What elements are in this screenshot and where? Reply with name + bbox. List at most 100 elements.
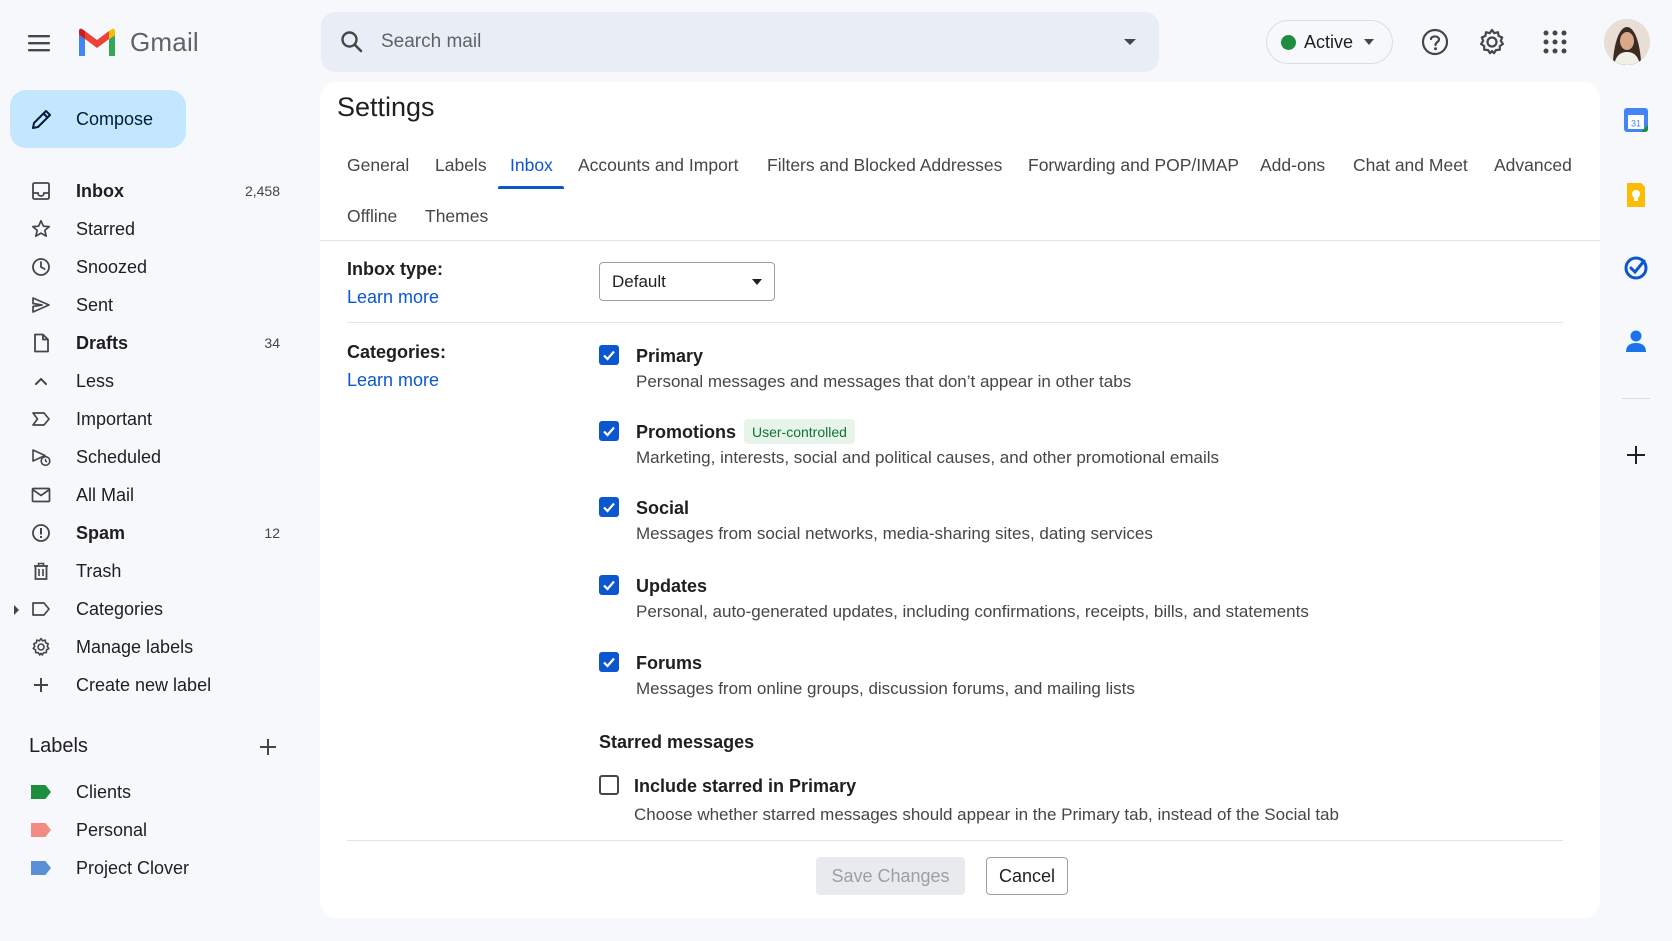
- save-changes-button[interactable]: Save Changes: [816, 857, 965, 895]
- main-menu-button[interactable]: [22, 26, 56, 60]
- label-item-label: Personal: [76, 819, 148, 840]
- expand-caret-icon[interactable]: [14, 605, 19, 615]
- label-color-icon: [30, 819, 52, 841]
- label-item-personal[interactable]: Personal: [0, 811, 300, 849]
- pencil-icon: [32, 110, 51, 129]
- nav-item-starred[interactable]: Starred: [0, 210, 300, 248]
- tasks-button[interactable]: [1621, 253, 1651, 283]
- inbox-icon: [30, 180, 52, 202]
- important-icon: [30, 408, 52, 430]
- label-item-label: Clients: [76, 781, 132, 802]
- categories-learn-more-link[interactable]: Learn more: [347, 370, 439, 391]
- nav-item-label: Inbox: [76, 180, 124, 201]
- nav-item-manage-labels[interactable]: Manage labels: [0, 628, 300, 666]
- compose-button[interactable]: Compose: [10, 90, 186, 148]
- user-controlled-badge: User-controlled: [744, 419, 855, 444]
- nav-item-create-label[interactable]: Create new label: [0, 666, 300, 704]
- clock-icon: [30, 256, 52, 278]
- compose-label: Compose: [76, 108, 154, 129]
- gear-icon: [30, 636, 52, 658]
- dropdown-caret-icon: [752, 278, 762, 285]
- category-title-updates: Updates: [636, 576, 708, 596]
- nav-item-inbox[interactable]: Inbox 2,458: [0, 172, 300, 210]
- social-checkbox[interactable]: [599, 497, 619, 517]
- nav-item-trash[interactable]: Trash: [0, 552, 300, 590]
- spam-icon: [30, 522, 52, 544]
- cancel-button[interactable]: Cancel: [986, 857, 1068, 895]
- avatar[interactable]: [1604, 19, 1650, 65]
- settings-panel: [320, 82, 1600, 918]
- tab-accounts-import[interactable]: Accounts and Import: [578, 155, 739, 176]
- tab-general[interactable]: General: [347, 155, 409, 176]
- nav-item-count: 2,458: [244, 183, 280, 199]
- add-label-icon[interactable]: [257, 736, 279, 758]
- updates-checkbox[interactable]: [599, 575, 619, 595]
- nav-item-categories[interactable]: Categories: [0, 590, 300, 628]
- nav-item-drafts[interactable]: Drafts 34: [0, 324, 300, 362]
- tab-chat-meet[interactable]: Chat and Meet: [1353, 155, 1468, 176]
- help-button[interactable]: [1415, 22, 1455, 62]
- labels-list: Clients Personal Project Clover: [0, 773, 300, 887]
- nav-item-label: Snoozed: [76, 256, 148, 277]
- nav-item-label: Less: [76, 370, 115, 391]
- tab-forwarding[interactable]: Forwarding and POP/IMAP: [1028, 155, 1239, 176]
- primary-checkbox[interactable]: [599, 345, 619, 365]
- contacts-icon: [1626, 330, 1646, 352]
- promotions-checkbox[interactable]: [599, 421, 619, 441]
- calendar-icon: 31: [1624, 108, 1648, 132]
- tab-advanced[interactable]: Advanced: [1494, 155, 1572, 176]
- nav-item-count: 34: [264, 335, 280, 351]
- apps-button[interactable]: [1535, 22, 1575, 62]
- nav-item-all-mail[interactable]: All Mail: [0, 476, 300, 514]
- tab-inbox[interactable]: Inbox: [510, 155, 553, 176]
- include-starred-checkbox[interactable]: [599, 775, 619, 795]
- footer-divider: [347, 840, 1563, 841]
- nav-item-less[interactable]: Less: [0, 362, 300, 400]
- all-mail-icon: [30, 484, 52, 506]
- checkmark-icon: [603, 426, 615, 437]
- add-addon-button[interactable]: [1621, 440, 1651, 470]
- gear-icon: [1479, 28, 1505, 55]
- label-color-icon: [30, 857, 52, 879]
- forums-checkbox[interactable]: [599, 652, 619, 672]
- inbox-type-learn-more-link[interactable]: Learn more: [347, 287, 439, 308]
- gmail-m-icon: [79, 28, 115, 56]
- nav-item-label: Important: [76, 408, 153, 429]
- inbox-type-select[interactable]: Default: [599, 262, 775, 301]
- inbox-type-label: Inbox type:: [347, 259, 444, 279]
- nav-item-label: Create new label: [76, 674, 212, 695]
- search-options-icon[interactable]: [1119, 31, 1141, 53]
- label-item-clients[interactable]: Clients: [0, 773, 300, 811]
- tab-themes[interactable]: Themes: [425, 206, 488, 227]
- search-bar[interactable]: [321, 12, 1159, 72]
- nav-item-important[interactable]: Important: [0, 400, 300, 438]
- tab-filters[interactable]: Filters and Blocked Addresses: [767, 155, 1002, 176]
- checkmark-icon: [603, 350, 615, 361]
- category-title-forums: Forums: [636, 653, 703, 673]
- nav-item-snoozed[interactable]: Snoozed: [0, 248, 300, 286]
- search-icon[interactable]: [339, 29, 365, 55]
- category-desc-primary: Personal messages and messages that don’…: [636, 372, 1132, 391]
- include-starred-desc: Choose whether starred messages should a…: [634, 805, 1339, 824]
- label-item-label: Project Clover: [76, 857, 190, 878]
- settings-button[interactable]: [1472, 22, 1512, 62]
- starred-messages-heading: Starred messages: [599, 732, 755, 752]
- calendar-button[interactable]: 31: [1621, 105, 1651, 135]
- chevron-up-icon: [30, 370, 52, 392]
- search-input[interactable]: [379, 30, 1119, 54]
- nav-item-spam[interactable]: Spam 12: [0, 514, 300, 552]
- nav-item-scheduled[interactable]: Scheduled: [0, 438, 300, 476]
- tab-add-ons[interactable]: Add-ons: [1260, 155, 1325, 176]
- contacts-button[interactable]: [1621, 326, 1651, 356]
- gmail-logo[interactable]: Gmail: [76, 26, 199, 58]
- tab-offline[interactable]: Offline: [347, 206, 397, 227]
- status-selector[interactable]: Active: [1266, 20, 1393, 64]
- keep-button[interactable]: [1621, 180, 1651, 210]
- status-dot: [1281, 34, 1296, 50]
- profile-photo: [1604, 19, 1650, 65]
- nav-item-sent[interactable]: Sent: [0, 286, 300, 324]
- add-addon-icon: [1627, 446, 1645, 464]
- tab-labels[interactable]: Labels: [435, 155, 487, 176]
- trash-icon: [30, 560, 52, 582]
- label-item-project-clover[interactable]: Project Clover: [0, 849, 300, 887]
